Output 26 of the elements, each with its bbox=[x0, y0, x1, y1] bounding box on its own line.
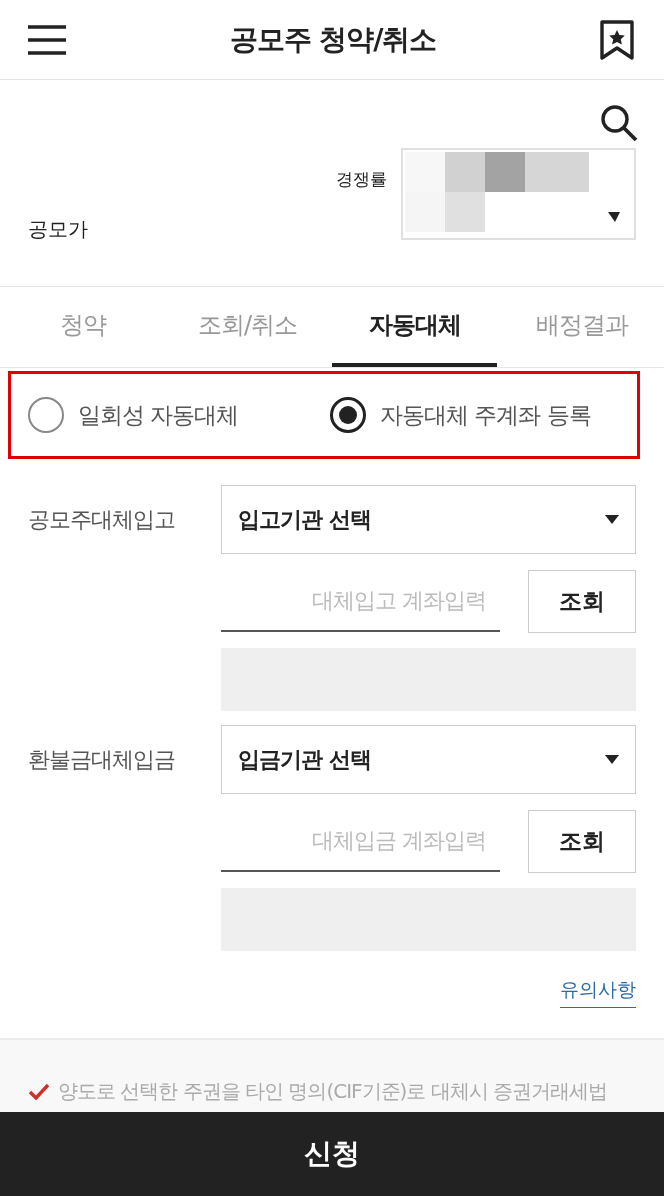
dropdown-arrow-icon bbox=[608, 212, 620, 222]
radio-label: 일회성 자동대체 bbox=[78, 400, 239, 430]
field-label: 환불금대체입금 bbox=[28, 745, 176, 774]
lookup-button[interactable]: 조회 bbox=[528, 810, 636, 873]
menu-icon[interactable] bbox=[28, 24, 66, 55]
radio-button[interactable] bbox=[330, 397, 366, 433]
bookmark-star-icon[interactable] bbox=[600, 19, 634, 60]
price-label: 공모가 bbox=[28, 216, 89, 243]
page-title: 공모주 청약/취소 bbox=[229, 21, 437, 58]
search-icon[interactable] bbox=[600, 104, 638, 142]
rate-label: 경쟁률 bbox=[336, 168, 387, 191]
institution-dropdown[interactable]: 입고기관 선택 bbox=[221, 485, 636, 554]
tab[interactable]: 자동대체 bbox=[332, 287, 497, 367]
radio-label: 자동대체 주계좌 등록 bbox=[380, 400, 591, 430]
notice-link[interactable]: 유의사항 bbox=[560, 977, 636, 1008]
note-text: 양도로 선택한 주권을 타인 명의(CIF기준)로 대체시 증권거래세법 bbox=[58, 1078, 608, 1105]
dropdown-arrow-icon bbox=[605, 755, 619, 764]
submit-button[interactable]: 신청 bbox=[0, 1112, 664, 1196]
field-label: 공모주대체입고 bbox=[28, 505, 176, 534]
lookup-button[interactable]: 조회 bbox=[528, 570, 636, 633]
radio-option[interactable]: 자동대체 주계좌 등록 bbox=[330, 397, 632, 433]
radio-button[interactable] bbox=[28, 397, 64, 433]
radio-option[interactable]: 일회성 자동대체 bbox=[28, 397, 330, 433]
institution-dropdown[interactable]: 입금기관 선택 bbox=[221, 725, 636, 794]
check-icon bbox=[28, 1083, 50, 1100]
dropdown-arrow-icon bbox=[605, 515, 619, 524]
